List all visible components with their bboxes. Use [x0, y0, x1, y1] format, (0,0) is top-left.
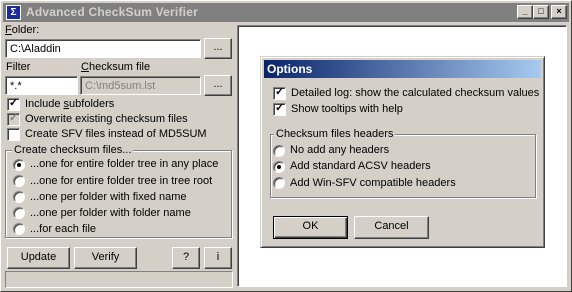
title-bar[interactable]: Σ Advanced CheckSum Verifier _ □ ×	[3, 3, 569, 22]
minimize-button[interactable]: _	[517, 5, 533, 19]
create-option-label-3: ...one per folder with fixed name	[30, 191, 187, 203]
create-option-label-5: ...for each file	[30, 223, 97, 235]
folder-label: Folder:	[5, 24, 40, 36]
close-button[interactable]: ×	[551, 5, 567, 19]
status-bar	[5, 271, 233, 288]
create-sfv-label: Create SFV files instead of MD5SUM	[25, 128, 207, 140]
folder-input[interactable]: C:\Aladdin	[5, 39, 201, 58]
cancel-button[interactable]: Cancel	[354, 216, 429, 239]
options-dialog: Options ✓ Detailed log: show the calcula…	[260, 56, 545, 248]
create-checksum-group-title: Create checksum files...	[12, 144, 134, 156]
include-subfolders-checkbox[interactable]: ✓	[7, 97, 20, 111]
include-subfolders-label: Include subfolders	[25, 98, 115, 110]
options-dialog-title-bar[interactable]: Options	[264, 60, 541, 78]
folder-browse-button[interactable]: ...	[204, 38, 232, 59]
create-option-label-1: ...one for entire folder tree in any pla…	[30, 158, 219, 170]
create-option-radio-2[interactable]	[13, 175, 25, 187]
main-window: Σ Advanced CheckSum Verifier _ □ × Folde…	[0, 0, 572, 292]
checkmark-icon: ✓	[9, 97, 19, 109]
help-button[interactable]: ?	[172, 247, 200, 269]
checksum-file-input[interactable]: C:\md5sum.lst	[80, 76, 201, 95]
header-option-radio-1[interactable]	[273, 145, 285, 157]
update-button[interactable]: Update	[7, 247, 70, 269]
headers-group-title: Checksum files headers	[274, 128, 396, 140]
filter-label: Filter	[6, 61, 31, 73]
create-option-radio-5[interactable]	[13, 223, 25, 235]
checksum-file-browse-button[interactable]: ...	[204, 75, 232, 96]
header-option-radio-3[interactable]	[273, 177, 285, 189]
ok-button[interactable]: OK	[273, 216, 348, 239]
create-option-radio-1[interactable]	[13, 159, 25, 171]
checksum-file-label: Checksum file	[81, 61, 151, 73]
filter-input[interactable]: *.*	[5, 76, 78, 95]
header-option-label-1: No add any headers	[290, 144, 390, 156]
maximize-button[interactable]: □	[533, 5, 549, 19]
create-option-radio-4[interactable]	[13, 207, 25, 219]
header-option-label-3: Add Win-SFV compatible headers	[290, 177, 456, 189]
header-option-radio-2[interactable]	[273, 161, 285, 173]
create-option-label-4: ...one per folder with folder name	[30, 207, 191, 219]
overwrite-existing-checkbox[interactable]: ✓	[7, 112, 20, 126]
overwrite-existing-label: Overwrite existing checksum files	[25, 113, 188, 125]
info-button[interactable]: i	[204, 247, 232, 269]
show-tooltips-checkbox[interactable]: ✓	[273, 102, 286, 116]
show-tooltips-label: Show tooltips with help	[291, 103, 403, 115]
options-dialog-title: Options	[267, 62, 313, 76]
window-title: Advanced CheckSum Verifier	[26, 5, 198, 19]
app-icon: Σ	[6, 5, 21, 20]
checkmark-icon: ✓	[275, 86, 285, 98]
checkmark-icon: ✓	[275, 102, 285, 114]
verify-button[interactable]: Verify	[74, 247, 137, 269]
create-option-radio-3[interactable]	[13, 191, 25, 203]
create-sfv-checkbox[interactable]	[7, 128, 20, 141]
detailed-log-checkbox[interactable]: ✓	[273, 86, 286, 100]
detailed-log-label: Detailed log: show the calculated checks…	[291, 87, 540, 99]
create-option-label-2: ...one for entire folder tree in tree ro…	[30, 175, 213, 187]
header-option-label-2: Add standard ACSV headers	[290, 160, 431, 172]
checkmark-icon: ✓	[9, 112, 19, 124]
